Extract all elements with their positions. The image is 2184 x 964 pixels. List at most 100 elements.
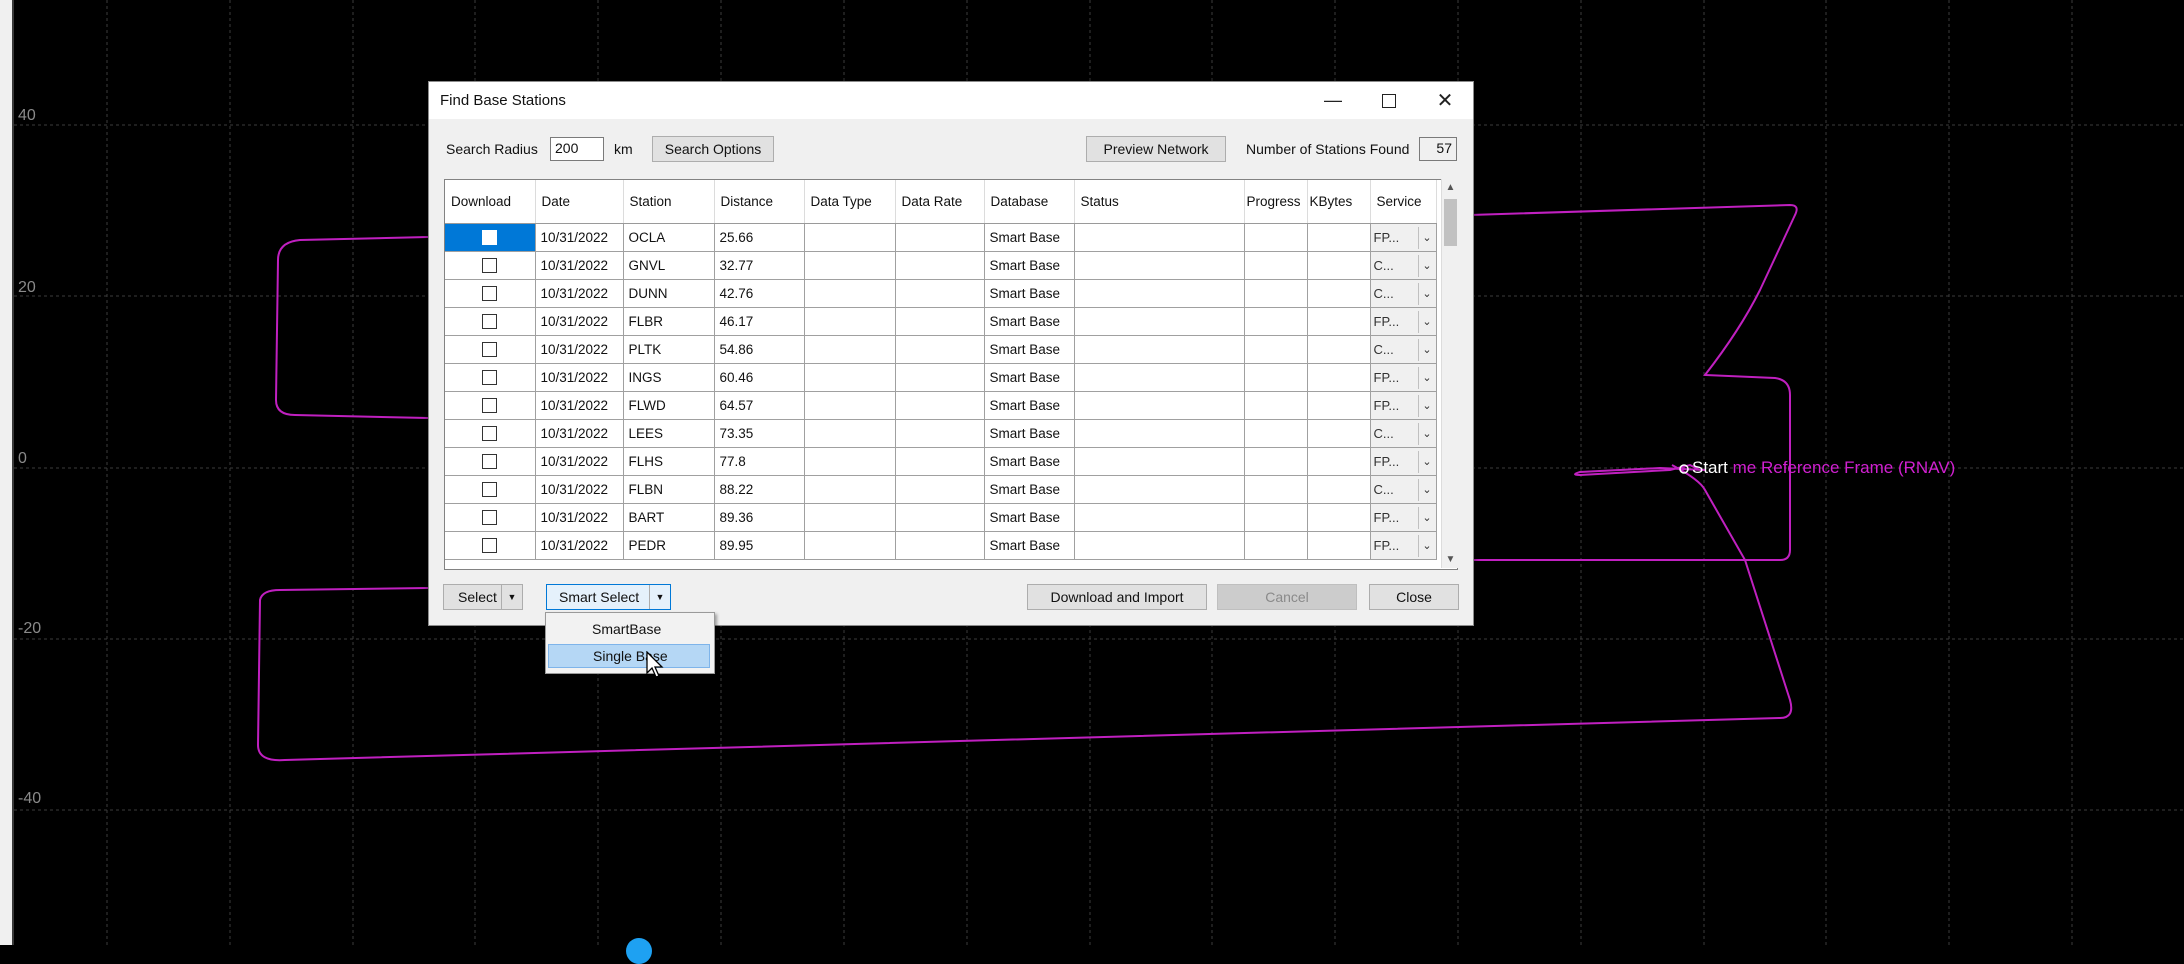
chevron-down-icon[interactable]: ⌄ xyxy=(1417,534,1436,557)
table-row[interactable]: 10/31/2022 PLTK 54.86 Smart Base C... ⌄ xyxy=(445,335,1437,364)
table-row[interactable]: 10/31/2022 FLBR 46.17 Smart Base FP... ⌄ xyxy=(445,307,1437,336)
checkbox-icon[interactable] xyxy=(482,258,498,274)
chevron-down-icon[interactable]: ⌄ xyxy=(1417,422,1436,445)
download-checkbox[interactable] xyxy=(445,475,536,504)
checkbox-icon[interactable] xyxy=(482,510,498,526)
dialog-titlebar[interactable]: Find Base Stations — ✕ xyxy=(429,82,1473,119)
checkbox-icon[interactable] xyxy=(482,398,498,414)
stations-grid[interactable]: Download Date Station Distance Data Type… xyxy=(444,179,1458,570)
service-cell[interactable]: C... ⌄ xyxy=(1370,475,1437,504)
service-cell[interactable]: C... ⌄ xyxy=(1370,251,1437,280)
smart-select-dropdown-icon[interactable]: ▼ xyxy=(649,585,670,609)
col-station[interactable]: Station xyxy=(623,180,715,224)
checkbox-icon[interactable] xyxy=(482,370,498,386)
download-checkbox[interactable] xyxy=(445,363,536,392)
table-row[interactable]: 10/31/2022 FLHS 77.8 Smart Base FP... ⌄ xyxy=(445,447,1437,476)
download-checkbox[interactable] xyxy=(445,419,536,448)
col-database[interactable]: Database xyxy=(984,180,1075,224)
scroll-thumb[interactable] xyxy=(1444,199,1457,246)
col-service[interactable]: Service xyxy=(1370,180,1437,224)
chevron-down-icon[interactable]: ⌄ xyxy=(1417,450,1436,473)
close-button[interactable]: Close xyxy=(1369,584,1459,610)
table-row[interactable]: 10/31/2022 INGS 60.46 Smart Base FP... ⌄ xyxy=(445,363,1437,392)
select-split-button[interactable]: Select ▼ xyxy=(443,584,523,610)
table-row[interactable]: 10/31/2022 FLWD 64.57 Smart Base FP... ⌄ xyxy=(445,391,1437,420)
service-cell[interactable]: FP... ⌄ xyxy=(1370,223,1437,252)
table-row[interactable]: 10/31/2022 FLBN 88.22 Smart Base C... ⌄ xyxy=(445,475,1437,504)
data-type-cell xyxy=(804,391,896,420)
checkbox-icon[interactable] xyxy=(482,454,498,470)
track-start-label: Start me Reference Frame (RNAV) xyxy=(1692,458,1955,478)
service-cell[interactable]: FP... ⌄ xyxy=(1370,391,1437,420)
table-row[interactable]: 10/31/2022 OCLA 25.66 Smart Base FP... ⌄ xyxy=(445,223,1437,252)
chevron-down-icon[interactable]: ⌄ xyxy=(1417,254,1436,277)
download-checkbox[interactable] xyxy=(445,307,536,336)
chevron-down-icon[interactable]: ⌄ xyxy=(1417,282,1436,305)
menu-item-smartbase[interactable]: SmartBase xyxy=(548,617,710,641)
table-row[interactable]: 10/31/2022 GNVL 32.77 Smart Base C... ⌄ xyxy=(445,251,1437,280)
download-checkbox[interactable] xyxy=(445,251,536,280)
col-status[interactable]: Status xyxy=(1074,180,1245,224)
download-checkbox[interactable] xyxy=(445,279,536,308)
scroll-down-icon[interactable]: ▼ xyxy=(1442,551,1459,568)
chevron-down-icon[interactable]: ⌄ xyxy=(1417,338,1436,361)
download-checkbox[interactable] xyxy=(445,447,536,476)
chevron-down-icon[interactable]: ⌄ xyxy=(1417,226,1436,249)
service-cell[interactable]: FP... ⌄ xyxy=(1370,363,1437,392)
preview-network-button[interactable]: Preview Network xyxy=(1086,136,1226,162)
minimize-button[interactable]: — xyxy=(1305,82,1361,119)
checkbox-icon[interactable] xyxy=(482,482,498,498)
service-cell[interactable]: FP... ⌄ xyxy=(1370,447,1437,476)
chevron-down-icon[interactable]: ⌄ xyxy=(1417,478,1436,501)
checkbox-icon[interactable] xyxy=(482,538,498,554)
col-kbytes[interactable]: KBytes xyxy=(1307,180,1371,224)
chevron-down-icon[interactable]: ⌄ xyxy=(1417,310,1436,333)
checkbox-icon[interactable] xyxy=(482,230,498,246)
table-row[interactable]: 10/31/2022 LEES 73.35 Smart Base C... ⌄ xyxy=(445,419,1437,448)
col-download[interactable]: Download xyxy=(445,180,536,224)
download-checkbox[interactable] xyxy=(445,391,536,420)
smart-select-split-button[interactable]: Smart Select ▼ xyxy=(546,584,671,610)
service-cell[interactable]: C... ⌄ xyxy=(1370,279,1437,308)
download-checkbox[interactable] xyxy=(445,503,536,532)
checkbox-icon[interactable] xyxy=(482,426,498,442)
table-row[interactable]: 10/31/2022 BART 89.36 Smart Base FP... ⌄ xyxy=(445,503,1437,532)
scroll-up-icon[interactable]: ▲ xyxy=(1442,179,1459,196)
service-cell[interactable]: FP... ⌄ xyxy=(1370,307,1437,336)
download-import-button[interactable]: Download and Import xyxy=(1027,584,1207,610)
service-cell[interactable]: C... ⌄ xyxy=(1370,419,1437,448)
grid-vertical-scrollbar[interactable]: ▲ ▼ xyxy=(1441,179,1459,568)
search-radius-input[interactable]: 200 xyxy=(550,137,604,161)
checkbox-icon[interactable] xyxy=(482,314,498,330)
col-date[interactable]: Date xyxy=(535,180,624,224)
kbytes-cell xyxy=(1307,391,1371,420)
chevron-down-icon[interactable]: ⌄ xyxy=(1417,394,1436,417)
service-cell[interactable]: FP... ⌄ xyxy=(1370,503,1437,532)
y-axis-label-40: 40 xyxy=(18,107,36,124)
chevron-down-icon[interactable]: ⌄ xyxy=(1417,366,1436,389)
checkbox-icon[interactable] xyxy=(482,342,498,358)
col-data-rate[interactable]: Data Rate xyxy=(895,180,985,224)
database-cell: Smart Base xyxy=(984,251,1075,280)
col-distance[interactable]: Distance xyxy=(714,180,805,224)
service-cell[interactable]: C... ⌄ xyxy=(1370,335,1437,364)
close-window-button[interactable]: ✕ xyxy=(1417,82,1473,119)
col-data-type[interactable]: Data Type xyxy=(804,180,896,224)
table-row[interactable]: 10/31/2022 DUNN 42.76 Smart Base C... ⌄ xyxy=(445,279,1437,308)
service-value: FP... xyxy=(1373,538,1400,553)
checkbox-icon[interactable] xyxy=(482,286,498,302)
service-cell[interactable]: FP... ⌄ xyxy=(1370,531,1437,560)
maximize-button[interactable] xyxy=(1361,82,1417,119)
search-options-button[interactable]: Search Options xyxy=(652,136,774,162)
cancel-button[interactable]: Cancel xyxy=(1217,584,1357,610)
table-row[interactable]: 10/31/2022 PEDR 89.95 Smart Base FP... ⌄ xyxy=(445,531,1437,560)
download-checkbox[interactable] xyxy=(445,531,536,560)
col-progress[interactable]: Progress xyxy=(1244,180,1308,224)
download-checkbox[interactable] xyxy=(445,223,536,252)
data-type-cell xyxy=(804,447,896,476)
select-dropdown-icon[interactable]: ▼ xyxy=(501,585,522,609)
chevron-down-icon[interactable]: ⌄ xyxy=(1417,506,1436,529)
download-checkbox[interactable] xyxy=(445,335,536,364)
status-cell xyxy=(1074,475,1245,504)
menu-item-single-base[interactable]: Single Base xyxy=(548,644,710,668)
